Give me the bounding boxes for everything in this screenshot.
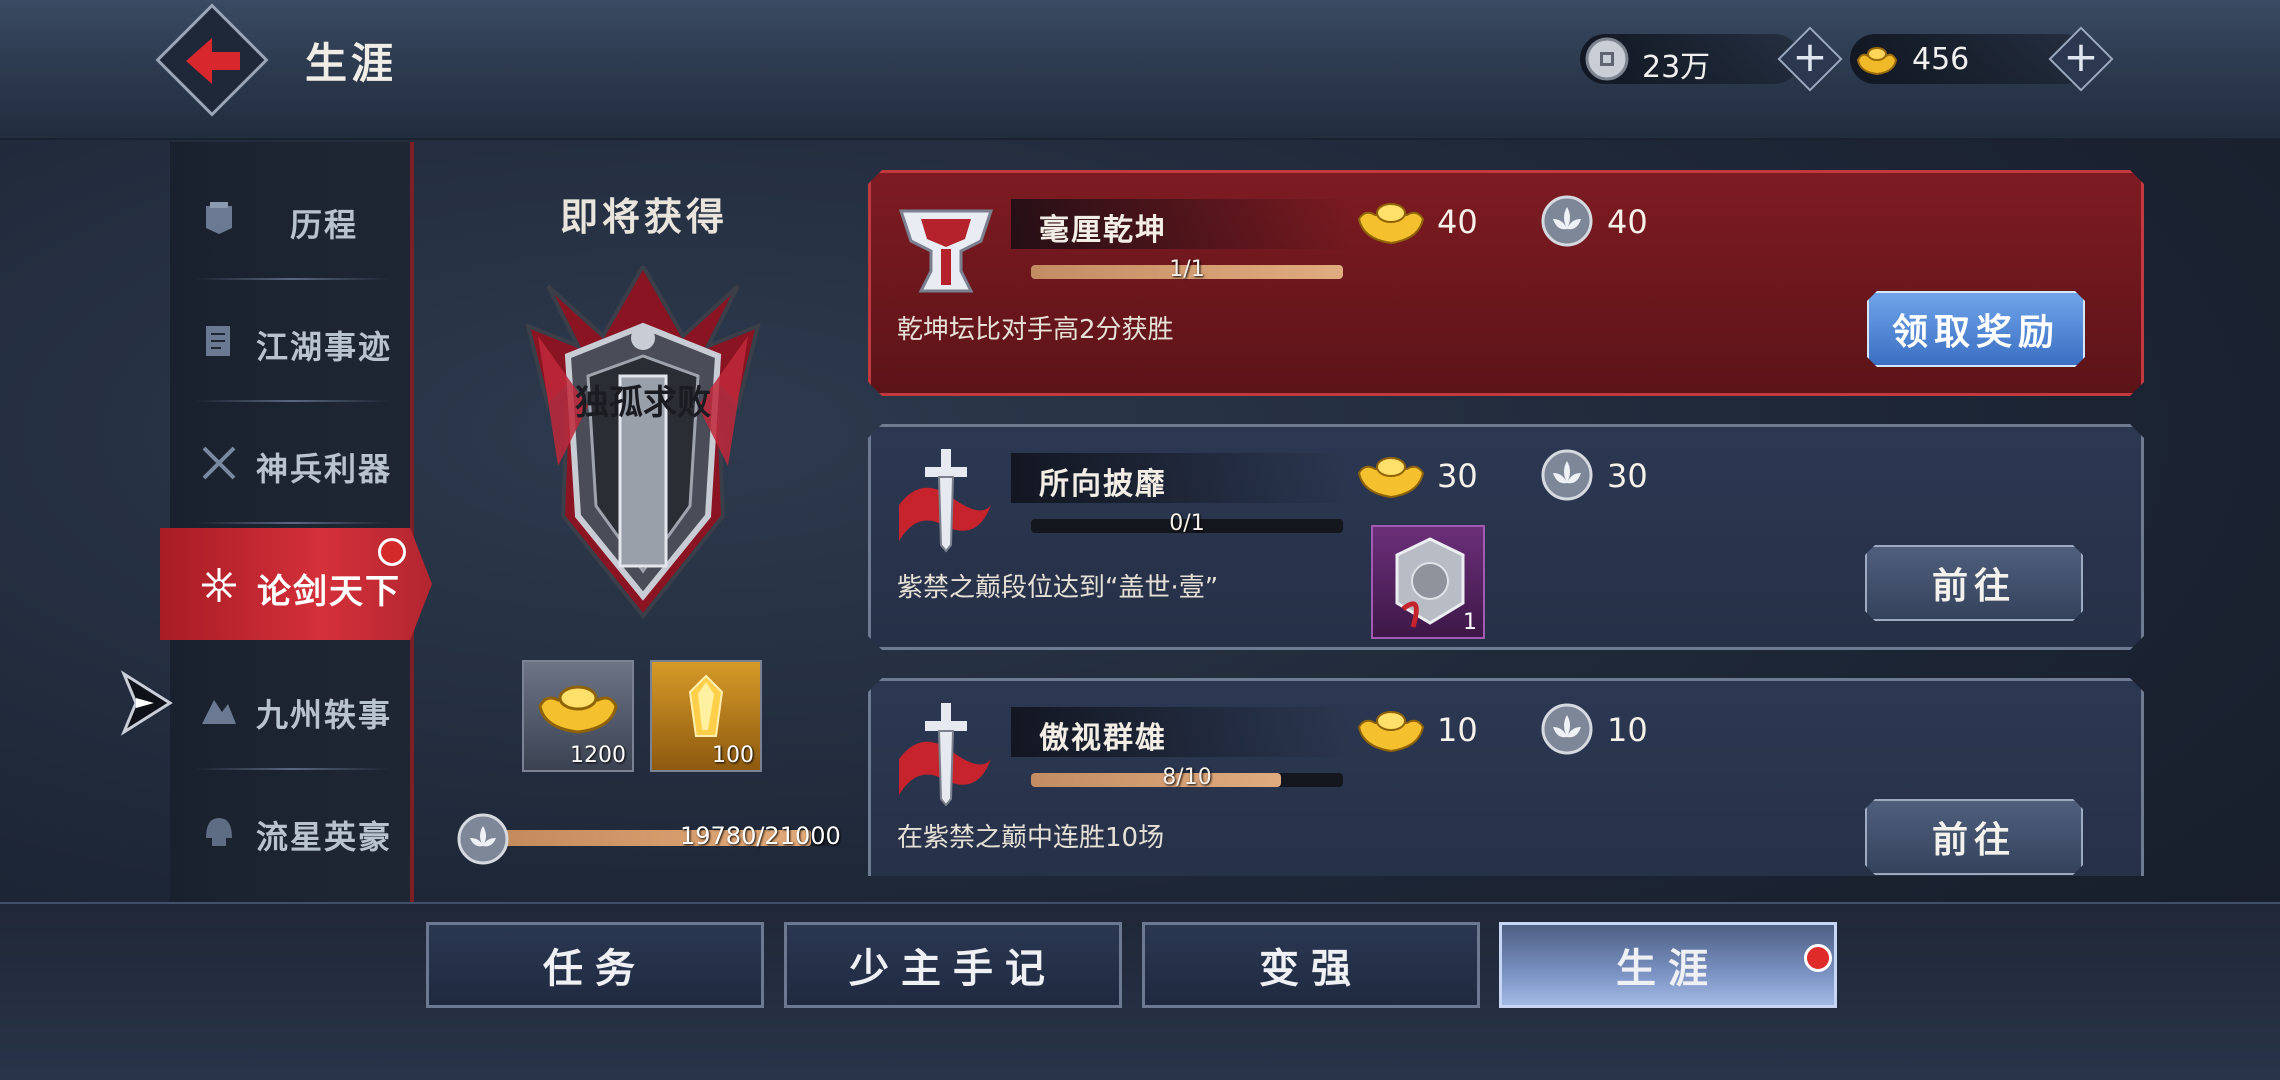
helmet-icon xyxy=(206,818,232,846)
scroll-icon xyxy=(206,326,230,356)
task-progress-text: 1/1 xyxy=(1169,257,1205,282)
task-description: 乾坤坛比对手高2分获胜 xyxy=(897,315,1174,345)
sidebar-item-label: 论剑天下 xyxy=(257,572,401,612)
gold-ingot-icon xyxy=(1355,701,1427,757)
reward-count: 100 xyxy=(712,743,754,768)
sword-ribbon-icon xyxy=(891,445,1001,555)
sidebar-item-jianghu[interactable]: 江湖事迹 xyxy=(170,280,414,400)
tab-career[interactable]: 生涯 xyxy=(1499,922,1837,1008)
point-reward-value: 40 xyxy=(1607,203,1648,241)
sidebar-item-liuxing[interactable]: 流星英豪 xyxy=(170,770,414,890)
upcoming-progress-text: 19780/21000 xyxy=(680,822,841,850)
gold-ingot-icon xyxy=(1355,193,1427,249)
tab-young-master-notes[interactable]: 少主手记 xyxy=(784,922,1122,1008)
task-card: 傲视群雄 8/10 在紫禁之巅中连胜10场 10 10 前往 xyxy=(868,678,2144,876)
page-title: 生涯 xyxy=(305,39,398,88)
reward-gold-ingot[interactable]: 1200 xyxy=(522,660,634,772)
gold-ingot-icon xyxy=(1856,47,1898,76)
lotus-point-icon xyxy=(457,813,509,865)
task-description: 紫禁之巅段位达到“盖世·壹” xyxy=(897,573,1219,603)
lotus-point-icon xyxy=(1539,447,1595,503)
task-card: 毫厘乾坤 1/1 乾坤坛比对手高2分获胜 40 40 领取奖励 xyxy=(868,170,2144,396)
task-progress-text: 0/1 xyxy=(1169,511,1205,536)
banner-icon xyxy=(206,202,232,234)
point-reward-value: 10 xyxy=(1607,711,1648,749)
task-list[interactable]: 毫厘乾坤 1/1 乾坤坛比对手高2分获胜 40 40 领取奖励 所向披靡 0/1… xyxy=(860,160,2160,876)
expand-arrow-icon[interactable] xyxy=(120,668,174,738)
claim-reward-button[interactable]: 领取奖励 xyxy=(1867,291,2085,367)
task-progress-text: 8/10 xyxy=(1162,765,1212,790)
divider xyxy=(195,522,390,524)
sidebar-item-label: 江湖事迹 xyxy=(256,328,393,366)
back-arrow-icon[interactable] xyxy=(178,28,248,94)
gold-reward-value: 40 xyxy=(1437,203,1478,241)
shield-trophy-icon xyxy=(891,191,1001,301)
gold-value: 456 xyxy=(1912,42,1970,77)
lotus-point-icon xyxy=(1539,701,1595,757)
upcoming-title: 即将获得 xyxy=(560,195,729,239)
sword-ribbon-icon xyxy=(891,699,1001,809)
sidebar-item-weapons[interactable]: 神兵利器 xyxy=(170,402,414,522)
badge-char: 独孤求败 xyxy=(575,383,711,423)
notification-dot xyxy=(378,538,406,566)
tab-strengthen[interactable]: 变强 xyxy=(1142,922,1480,1008)
item-count: 1 xyxy=(1463,610,1477,635)
dugu-badge-icon: 独孤求败 xyxy=(525,266,761,620)
sparkle-icon xyxy=(202,568,236,602)
reward-item-token[interactable]: 1 xyxy=(1371,525,1485,639)
task-name: 傲视群雄 xyxy=(1039,721,1167,756)
crossed-swords-icon xyxy=(202,446,236,480)
svg-text:独孤求败: 独孤求败 xyxy=(575,383,711,423)
silver-currency: 23万 xyxy=(1580,34,1800,85)
task-name: 毫厘乾坤 xyxy=(1039,213,1167,248)
point-reward-value: 30 xyxy=(1607,457,1648,495)
sidebar-item-label: 九州轶事 xyxy=(256,696,393,734)
reward-count: 1200 xyxy=(570,743,626,768)
sidebar-item-label: 神兵利器 xyxy=(256,450,393,488)
sidebar-item-history[interactable]: 历程 xyxy=(170,158,414,278)
task-name: 所向披靡 xyxy=(1039,467,1167,502)
silver-value: 23万 xyxy=(1642,50,1711,85)
plus-icon[interactable]: + xyxy=(1787,32,1833,82)
lotus-point-icon xyxy=(1539,193,1595,249)
tab-tasks[interactable]: 任务 xyxy=(426,922,764,1008)
silver-coin-icon xyxy=(1585,37,1629,81)
gold-crystal-icon xyxy=(688,674,724,737)
gold-reward-value: 30 xyxy=(1437,457,1478,495)
gold-ingot-icon xyxy=(538,685,618,734)
mountain-icon xyxy=(202,700,236,724)
task-description: 在紫禁之巅中连胜10场 xyxy=(897,823,1165,853)
sidebar-item-label: 历程 xyxy=(290,206,359,244)
go-button[interactable]: 前往 xyxy=(1865,545,2083,621)
plus-icon[interactable]: + xyxy=(2058,32,2104,82)
reward-gold-crystal[interactable]: 100 xyxy=(650,660,762,772)
go-button[interactable]: 前往 xyxy=(1865,799,2083,875)
sidebar-item-jiuzhou[interactable]: 九州轶事 xyxy=(170,648,414,768)
bottom-tab-bar xyxy=(0,902,2280,1080)
sidebar-item-label: 流星英豪 xyxy=(256,818,393,856)
gold-ingot-icon xyxy=(1355,447,1427,503)
notification-dot xyxy=(1804,944,1832,972)
task-card: 所向披靡 0/1 紫禁之巅段位达到“盖世·壹” 30 30 1 前往 xyxy=(868,424,2144,650)
gold-reward-value: 10 xyxy=(1437,711,1478,749)
